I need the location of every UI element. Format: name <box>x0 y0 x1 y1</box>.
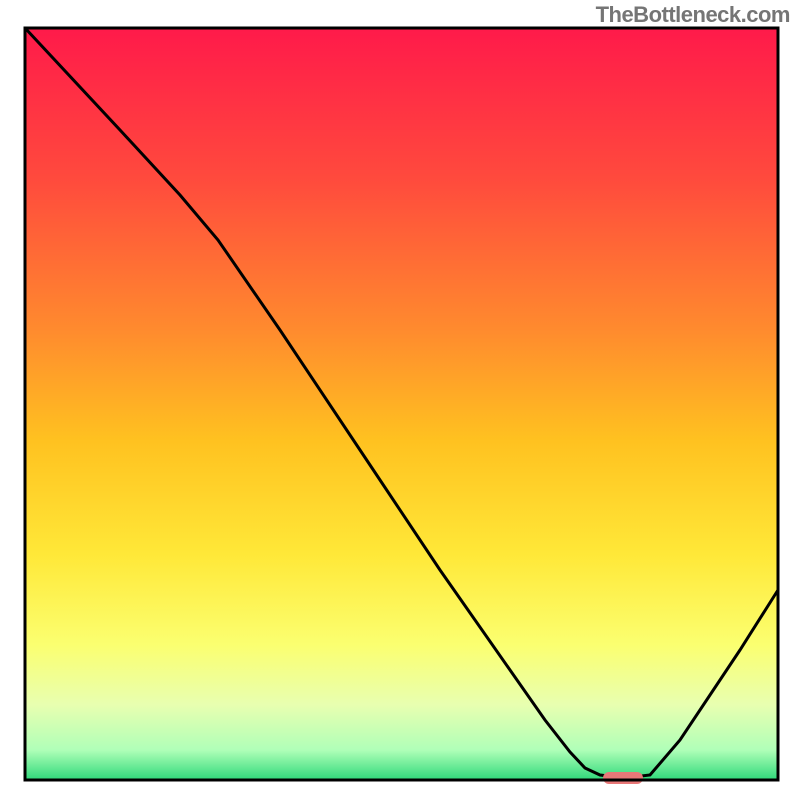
watermark-text: TheBottleneck.com <box>596 2 790 28</box>
optimal-marker <box>603 772 643 784</box>
bottleneck-chart: TheBottleneck.com <box>0 0 800 800</box>
chart-svg <box>0 0 800 800</box>
plot-background <box>25 28 778 780</box>
